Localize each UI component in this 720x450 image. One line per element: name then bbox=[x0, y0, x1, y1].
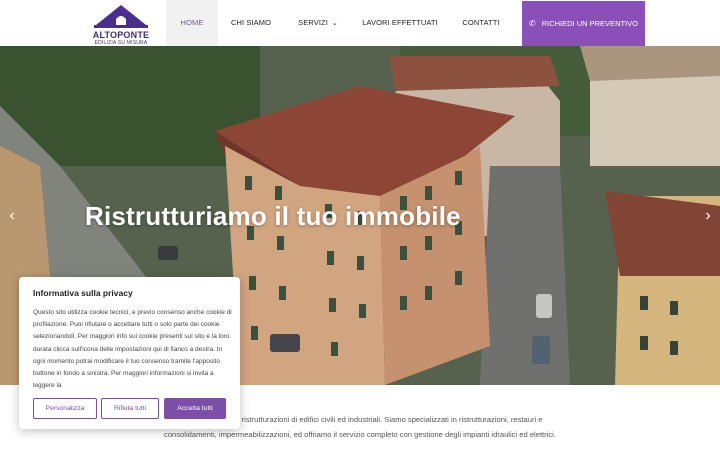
nav-contatti[interactable]: CONTATTI bbox=[455, 0, 507, 46]
customize-button[interactable]: Personalizza bbox=[33, 398, 97, 419]
nav-servizi-label: SERVIZI bbox=[298, 18, 328, 27]
cookie-title: Informativa sulla privacy bbox=[33, 288, 133, 298]
nav-chi-siamo[interactable]: CHI SIAMO bbox=[223, 0, 279, 46]
phone-icon: ✆ bbox=[529, 19, 536, 28]
cookie-consent-banner: Informativa sulla privacy Questo sito ut… bbox=[19, 277, 240, 429]
nav-home[interactable]: HOME bbox=[166, 0, 218, 46]
nav-servizi[interactable]: SERVIZI ⌄ bbox=[290, 0, 346, 46]
chevron-right-icon[interactable]: › bbox=[700, 206, 716, 226]
site-header: ALTOPONTE EDILIZIA SU MISURA HOME CHI SI… bbox=[0, 0, 720, 46]
logo-name: ALTOPONTE bbox=[92, 30, 150, 40]
hero-title: Ristrutturiamo il tuo immobile bbox=[85, 201, 461, 231]
request-quote-button[interactable]: ✆ RICHIEDI UN PREVENTIVO bbox=[522, 1, 645, 46]
request-quote-label: RICHIEDI UN PREVENTIVO bbox=[541, 19, 638, 28]
logo-house-icon bbox=[94, 5, 148, 28]
nav-lavori-effettuati[interactable]: LAVORI EFFETTUATI bbox=[360, 0, 440, 46]
reject-all-button[interactable]: Rifiuta tutti bbox=[101, 398, 159, 419]
chevron-left-icon[interactable]: ‹ bbox=[4, 206, 20, 226]
site-logo[interactable]: ALTOPONTE EDILIZIA SU MISURA bbox=[92, 3, 150, 46]
cookie-text: Questo sito utilizza cookie tecnici, e p… bbox=[33, 309, 232, 389]
chevron-down-icon: ⌄ bbox=[331, 20, 338, 27]
accept-all-button[interactable]: Accetta tutti bbox=[164, 398, 226, 419]
